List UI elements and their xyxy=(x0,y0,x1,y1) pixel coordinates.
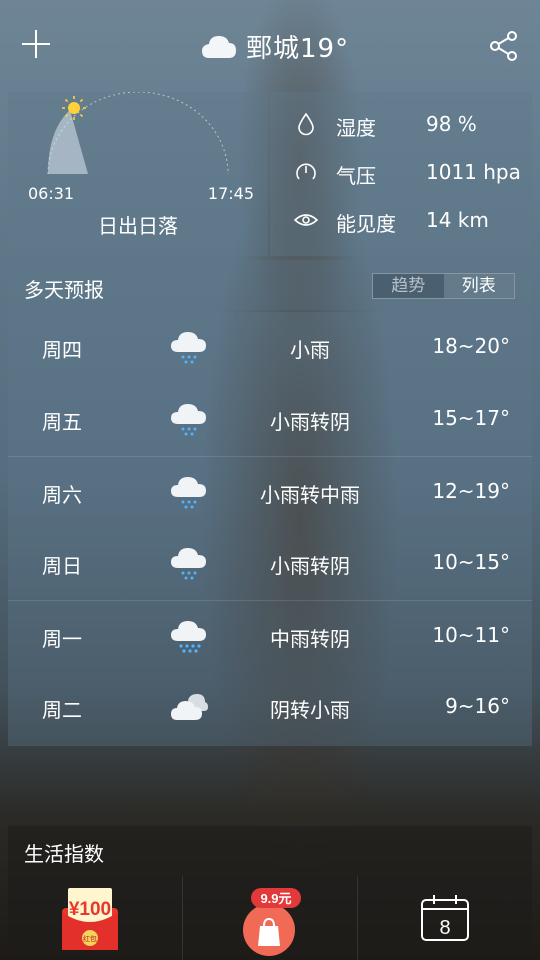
life-index-items: 红包 ¥100 9.9元 8 xyxy=(8,876,532,960)
calendar-button[interactable]: 8 xyxy=(358,876,532,960)
sunrise-time: 06:31 xyxy=(28,184,75,203)
shopping-promo-button[interactable]: 9.9元 xyxy=(183,876,358,960)
sun-arc-diagram xyxy=(47,92,229,175)
sun-icon xyxy=(62,96,86,120)
forecast-condition: 小雨 xyxy=(290,338,330,362)
red-packet-amount: ¥100 xyxy=(69,899,111,920)
visibility-value: 14 km xyxy=(426,208,489,232)
life-index-panel: 生活指数 红包 ¥100 9.9元 8 xyxy=(8,826,532,960)
forecast-temp: 10~11° xyxy=(432,623,510,647)
trend-tab[interactable]: 趋势 xyxy=(373,274,444,298)
red-packet-sub-text: 红包 xyxy=(83,934,97,943)
sunset-time: 17:45 xyxy=(207,184,254,203)
share-icon[interactable] xyxy=(488,30,520,62)
forecast-condition: 阴转小雨 xyxy=(270,698,350,722)
forecast-row[interactable]: 周一 中雨转阴 10~11° xyxy=(8,600,532,672)
sunrise-sunset-label: 日出日落 xyxy=(98,214,178,238)
forecast-day: 周五 xyxy=(42,410,82,434)
forecast-condition: 小雨转阴 xyxy=(270,554,350,578)
cloud-icon xyxy=(202,36,236,58)
visibility-row: 能见度 14 km xyxy=(270,200,532,240)
forecast-temp: 12~19° xyxy=(432,479,510,503)
calendar-day-number: 8 xyxy=(439,917,450,939)
visibility-eye-icon xyxy=(294,214,318,226)
shopping-bag-icon: 9.9元 xyxy=(243,888,301,956)
forecast-title: 多天预报 xyxy=(24,278,104,302)
forecast-row[interactable]: 周四 小雨 18~20° xyxy=(8,312,532,384)
sunrise-sunset-panel: 06:31 17:45 日出日落 xyxy=(8,92,268,256)
forecast-day: 周一 xyxy=(42,627,82,651)
pressure-label: 气压 xyxy=(336,164,376,188)
forecast-temp: 18~20° xyxy=(432,334,510,358)
forecast-temp: 15~17° xyxy=(432,406,510,430)
forecast-condition: 小雨转阴 xyxy=(270,410,350,434)
forecast-day: 周二 xyxy=(42,698,82,722)
top-bar: 鄄城19° xyxy=(0,0,540,90)
forecast-temp: 10~15° xyxy=(432,550,510,574)
light-rain-icon xyxy=(171,404,206,436)
moderate-rain-icon xyxy=(171,621,206,653)
humidity-row: 湿度 98 % xyxy=(270,104,532,144)
humidity-value: 98 % xyxy=(426,112,477,136)
humidity-label: 湿度 xyxy=(336,116,376,140)
pressure-value: 1011 hpa xyxy=(426,160,521,184)
visibility-label: 能见度 xyxy=(336,212,396,236)
light-rain-icon xyxy=(171,477,206,509)
forecast-day: 周日 xyxy=(42,554,82,578)
humidity-drop-icon xyxy=(298,112,314,136)
view-toggle: 趋势 列表 xyxy=(372,273,515,299)
forecast-header: 多天预报 趋势 列表 xyxy=(8,260,532,310)
red-packet-icon: 红包 ¥100 xyxy=(62,888,118,950)
red-packet-button[interactable]: 红包 ¥100 xyxy=(8,876,183,960)
add-city-button[interactable] xyxy=(22,30,50,58)
forecast-row[interactable]: 周五 小雨转阴 15~17° xyxy=(8,384,532,456)
pressure-gauge-icon xyxy=(296,163,316,180)
forecast-row[interactable]: 周六 小雨转中雨 12~19° xyxy=(8,456,532,528)
city-title-group[interactable]: 鄄城19° xyxy=(200,26,349,66)
life-index-title: 生活指数 xyxy=(24,842,104,866)
forecast-row[interactable]: 周二 阴转小雨 9~16° xyxy=(8,672,532,744)
weather-stats-panel: 湿度 98 % 气压 1011 hpa 能见度 14 km xyxy=(270,92,532,256)
forecast-temp: 9~16° xyxy=(445,694,510,718)
light-rain-icon xyxy=(171,548,206,580)
calendar-icon: 8 xyxy=(421,895,469,941)
forecast-list: 周四 小雨 18~20° 周五 小雨转阴 15~17° 周六 小雨转中雨 12~… xyxy=(8,312,532,746)
forecast-condition: 小雨转中雨 xyxy=(260,483,360,507)
forecast-row[interactable]: 周日 小雨转阴 10~15° xyxy=(8,528,532,600)
light-rain-icon xyxy=(171,332,206,364)
forecast-day: 周六 xyxy=(42,483,82,507)
forecast-day: 周四 xyxy=(42,338,82,362)
pressure-row: 气压 1011 hpa xyxy=(270,152,532,192)
overcast-icon xyxy=(171,694,208,720)
forecast-condition: 中雨转阴 xyxy=(270,627,350,651)
list-tab[interactable]: 列表 xyxy=(443,274,514,298)
promo-badge: 9.9元 xyxy=(260,891,291,906)
city-title: 鄄城19° xyxy=(246,33,350,64)
